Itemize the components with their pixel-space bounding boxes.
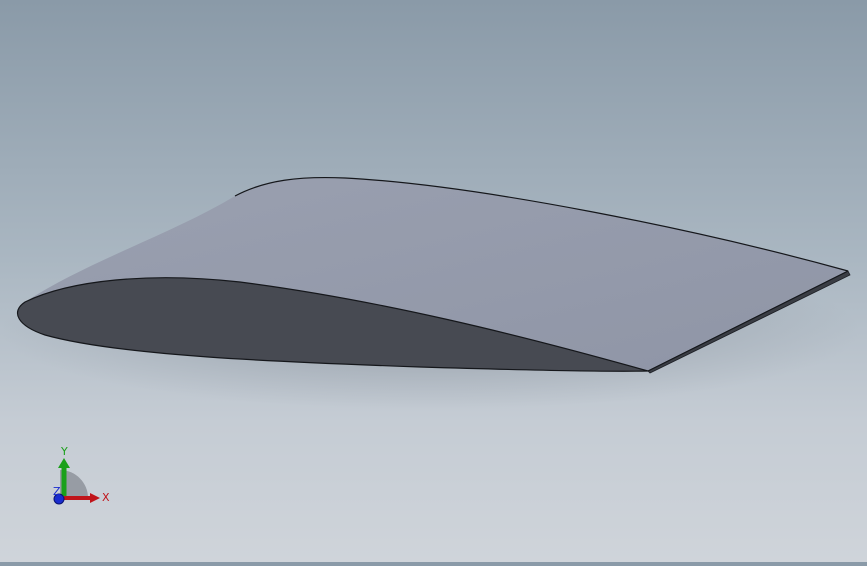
triad-x-arrowhead <box>90 493 100 503</box>
triad-y-arrowhead <box>58 458 70 468</box>
reference-triad: Y X Z <box>44 440 124 520</box>
triad-x-label: X <box>102 491 110 504</box>
3d-model-view[interactable] <box>0 0 867 562</box>
triad-z-label: Z <box>53 485 61 498</box>
graphics-viewport[interactable] <box>0 0 867 562</box>
triad-y-label: Y <box>60 445 68 458</box>
